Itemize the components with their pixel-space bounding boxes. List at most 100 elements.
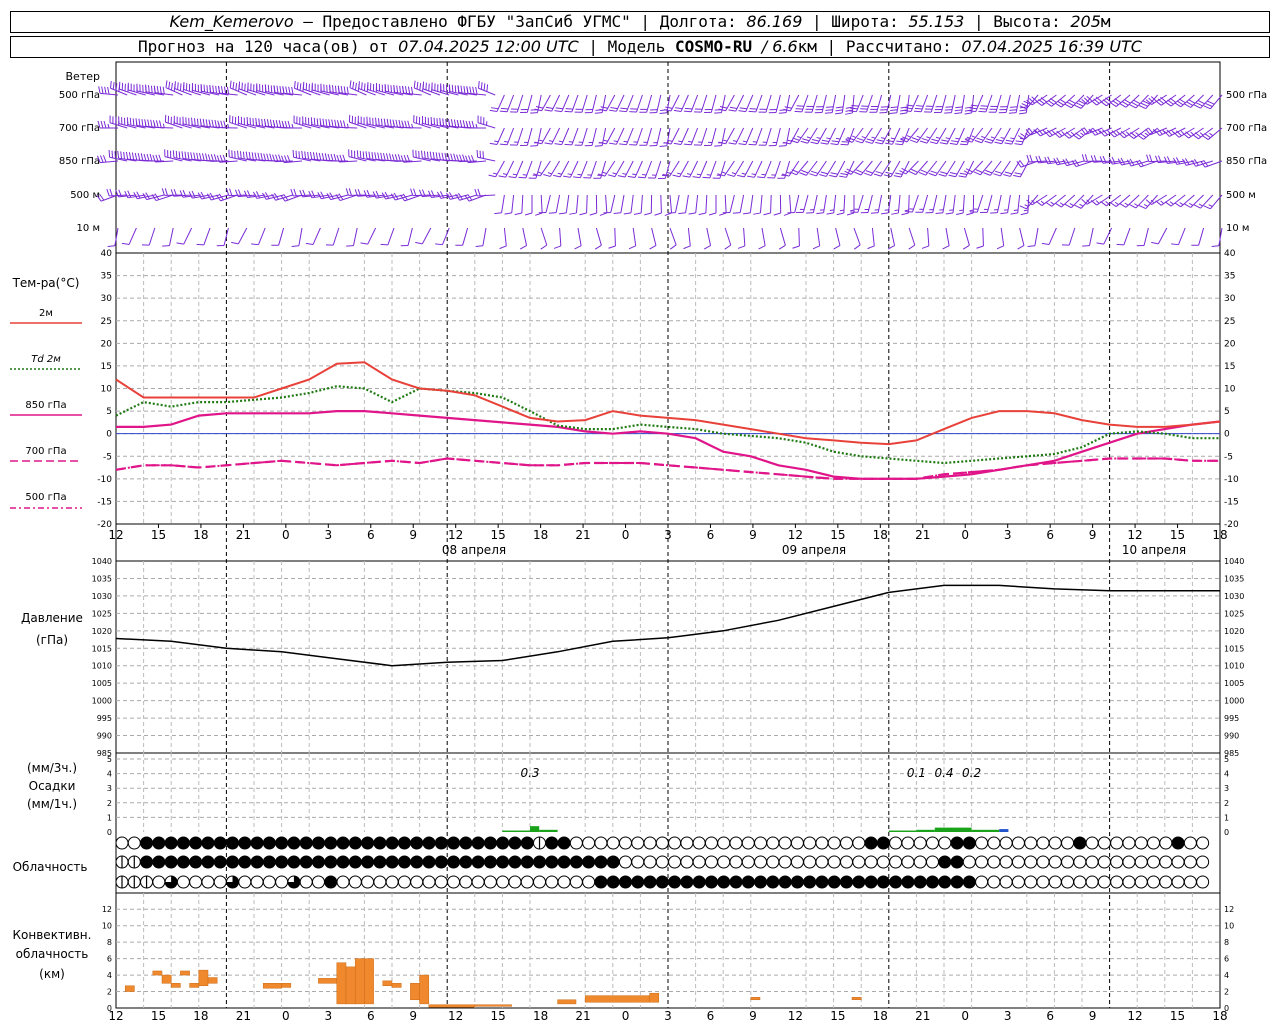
barb-flag: [544, 142, 552, 145]
barb-flag: [913, 110, 922, 113]
time-tick-label: 15: [491, 1009, 506, 1023]
barb-shaft: [482, 227, 487, 246]
barb-flag: [104, 86, 107, 95]
cloud-symbol: [717, 855, 731, 869]
cloud-symbol: [348, 855, 362, 869]
barb-flag: [383, 118, 386, 126]
wind-barb: [534, 127, 551, 145]
cloud-symbol: [508, 836, 522, 850]
cloud-symbol: [643, 855, 657, 869]
barb-flag: [199, 118, 202, 126]
barb-flag: [125, 151, 129, 160]
cloud-symbol: [275, 875, 289, 889]
precip-bar: [934, 827, 972, 832]
conv-tick-right: 6: [1224, 955, 1229, 964]
wind-barb: [141, 227, 156, 246]
barb-flag: [545, 106, 554, 109]
barb-flag: [107, 86, 110, 95]
barb-flag: [99, 155, 104, 163]
barb-shaft: [540, 194, 543, 214]
wind-barb: [747, 160, 763, 178]
barb-shaft: [1034, 227, 1039, 246]
precip-annotation: 0.2: [962, 766, 981, 780]
cloud-symbol: [1171, 855, 1185, 869]
cloud-symbol: [213, 875, 227, 889]
cloud-circle: [1097, 855, 1111, 869]
cloud-circle: [840, 855, 854, 869]
cloud-fill-overcast: [521, 837, 534, 849]
time-tick-label: 18: [193, 1009, 208, 1023]
cloud-circle: [1024, 836, 1038, 850]
cloud-circle: [618, 836, 632, 850]
cloud-symbol: [643, 875, 657, 889]
precip-tick-left: 5: [107, 755, 112, 764]
time-tick-label: 18: [1212, 528, 1227, 542]
cloud-fill-overcast: [226, 856, 239, 868]
cloud-fill-overcast: [140, 856, 153, 868]
barb-flag: [920, 169, 928, 174]
cloud-symbol: [692, 836, 706, 850]
barb-flag: [138, 118, 141, 126]
conv-bar: [557, 999, 577, 1005]
cloud-symbol: [594, 836, 608, 850]
barb-shaft: [148, 227, 156, 246]
legend-td-label: Td 2м: [31, 354, 61, 365]
barb-flag: [737, 174, 745, 178]
barb-flag: [439, 191, 445, 199]
barb-flag: [1081, 154, 1085, 162]
wind-barb: [773, 194, 782, 216]
cloud-fill-overcast: [312, 837, 325, 849]
barb-flag: [174, 81, 176, 89]
barb-flag: [830, 143, 838, 146]
cloud-fill-overcast: [214, 837, 227, 849]
time-tick-label: 3: [324, 1009, 332, 1023]
cloud-symbol: [778, 875, 792, 889]
wind-barb: [599, 127, 616, 145]
barb-flag: [738, 110, 746, 113]
pressure-tick-right: 1015: [1224, 644, 1244, 653]
cloud-symbol: [815, 875, 829, 889]
cloud-symbol: [115, 836, 129, 850]
time-tick-label: 9: [409, 1009, 417, 1023]
cloud-symbol: [987, 855, 1001, 869]
barb-flag: [200, 83, 203, 92]
cloud-symbol: [582, 875, 596, 889]
barb-flag: [445, 118, 448, 127]
cloud-circle: [569, 875, 583, 889]
temp-tick-right: 10: [1224, 385, 1236, 395]
barb-shaft: [575, 194, 579, 213]
cloud-symbol: [520, 836, 534, 850]
time-tick-label: 3: [324, 528, 332, 542]
barb-flag: [254, 152, 257, 160]
cloud-symbol: [668, 875, 682, 889]
cloud-circle: [1147, 875, 1161, 889]
cloud-fill-overcast: [938, 876, 951, 888]
cloud-symbol: [1196, 836, 1210, 850]
barb-flag: [175, 150, 178, 159]
cloud-symbol: [962, 836, 976, 850]
cloud-symbol: [790, 875, 804, 889]
barb-shaft: [729, 194, 735, 213]
barb-shaft: [963, 227, 970, 246]
barb-flag: [330, 153, 334, 162]
barb-flag: [654, 212, 662, 216]
temp-legend: 2м Td 2м 850 гПа 700 гПа 500 гПа: [10, 308, 82, 509]
barb-flag: [321, 153, 325, 161]
wind-barb: [617, 160, 634, 178]
temp-tick-left: -15: [97, 497, 112, 507]
cloud-symbol: [1085, 875, 1099, 889]
barb-flag: [428, 83, 430, 91]
cloud-fill-overcast: [828, 876, 841, 888]
barb-flag: [241, 82, 243, 90]
barb-flag: [806, 212, 814, 214]
barb-flag: [128, 152, 132, 160]
cloud-symbol: [533, 855, 547, 869]
wind-barb: [475, 227, 487, 247]
barb-half: [502, 173, 508, 175]
wind-barb: [963, 160, 984, 175]
barb-flag: [508, 176, 516, 179]
time-tick-label: 12: [448, 1009, 463, 1023]
cloud-symbol: [606, 836, 620, 850]
barb-flag: [1129, 204, 1137, 209]
cloud-circle: [925, 855, 939, 869]
